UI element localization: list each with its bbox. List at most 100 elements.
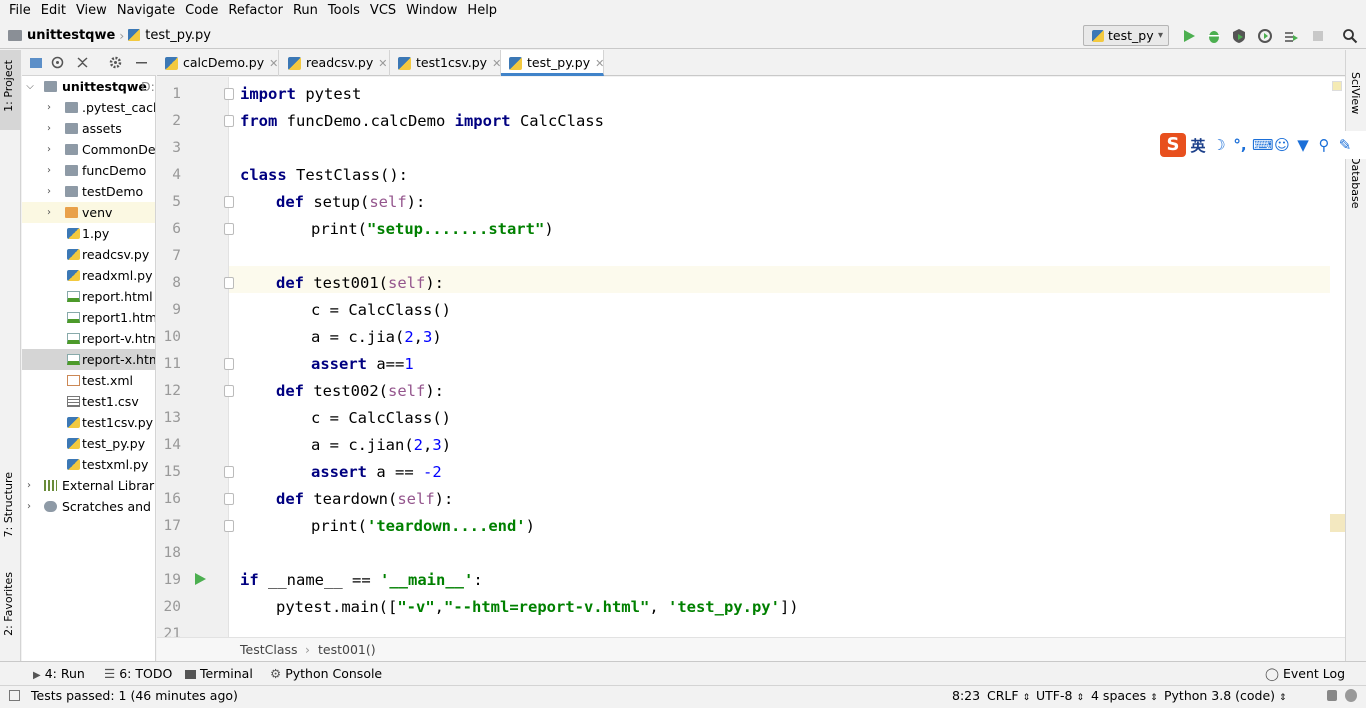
project-tool-tab[interactable]: 1: Project [2, 60, 15, 112]
close-icon[interactable]: ✕ [378, 57, 387, 70]
fold-marker[interactable] [224, 358, 234, 370]
line-number: 20 [163, 599, 181, 615]
ime-toolbar[interactable]: S 英 ☽ °, ⌨ ☺ ▼ ⚲ ✎ [1158, 131, 1366, 159]
run-gutter-icon[interactable] [193, 572, 207, 586]
collapse-all-icon[interactable] [75, 55, 90, 70]
status-message[interactable]: Tests passed: 1 (46 minutes ago) [31, 686, 238, 705]
tree-item[interactable]: 1.py [22, 223, 155, 244]
tree-item[interactable]: › External Libraries [22, 475, 155, 496]
menu-window[interactable]: Window [401, 0, 462, 22]
fold-marker[interactable] [224, 88, 234, 100]
tree-root[interactable]: ⌵ unittestqwe D:\ [22, 76, 155, 97]
line-number: 13 [163, 410, 181, 426]
breadcrumb-function[interactable]: test001() [318, 638, 376, 661]
shirt-icon[interactable]: ▼ [1294, 136, 1312, 154]
tree-item[interactable]: › CommonDemo [22, 139, 155, 160]
tree-item[interactable]: test1csv.py [22, 412, 155, 433]
database-tool-tab[interactable]: Database [1349, 156, 1362, 209]
tree-item[interactable]: testxml.py [22, 454, 155, 475]
chevron-down-icon: ⌵ [26, 81, 34, 92]
inspection-indicator[interactable] [1332, 81, 1342, 91]
chevron-right-icon: › [47, 144, 51, 155]
search-icon[interactable]: ⚲ [1315, 136, 1333, 154]
fold-marker[interactable] [224, 223, 234, 235]
menu-refactor[interactable]: Refactor [223, 0, 288, 22]
gear-icon[interactable] [108, 55, 123, 70]
nav-file[interactable]: test_py.py [128, 28, 211, 43]
tree-item[interactable]: › .pytest_cache [22, 97, 155, 118]
close-icon[interactable]: ✕ [595, 57, 604, 70]
fold-marker[interactable] [224, 115, 234, 127]
tree-item-selected[interactable]: report-x.html [22, 349, 155, 370]
concurrency-icon[interactable] [1283, 28, 1299, 44]
close-icon[interactable]: ✕ [492, 57, 501, 70]
fold-marker[interactable] [224, 385, 234, 397]
search-icon[interactable] [1342, 28, 1358, 44]
structure-tool-tab[interactable]: 7: Structure [2, 472, 15, 537]
hide-panel-icon[interactable] [134, 55, 149, 70]
fold-marker[interactable] [224, 466, 234, 478]
html-file-icon [67, 291, 80, 302]
favorites-tool-tab[interactable]: 2: Favorites [2, 572, 15, 636]
user-icon[interactable]: ☺ [1273, 136, 1291, 154]
menu-navigate[interactable]: Navigate [112, 0, 180, 22]
code-editor[interactable]: 1 2 3 4 5 6 7 8 9 10 11 12 13 14 15 16 1… [157, 77, 1345, 637]
locate-icon[interactable] [50, 55, 65, 70]
menu-file[interactable]: File [4, 0, 36, 22]
menu-vcs[interactable]: VCS [365, 0, 401, 22]
tree-item[interactable]: › venv [22, 202, 155, 223]
keyboard-icon[interactable]: ⌨ [1252, 136, 1274, 154]
tree-item[interactable]: test1.csv [22, 391, 155, 412]
moon-icon[interactable]: ☽ [1210, 136, 1228, 154]
menu-help[interactable]: Help [462, 0, 502, 22]
run-icon[interactable] [1181, 28, 1197, 44]
line-number: 4 [172, 167, 181, 183]
tree-item[interactable]: › funcDemo [22, 160, 155, 181]
sciview-tool-tab[interactable]: SciView [1349, 72, 1362, 114]
lock-icon[interactable] [1327, 690, 1337, 701]
run-with-coverage-icon[interactable] [1231, 28, 1247, 44]
tab-calcdemo[interactable]: calcDemo.py ✕ [157, 50, 279, 76]
menu-run[interactable]: Run [288, 0, 323, 22]
tree-item[interactable]: › testDemo [22, 181, 155, 202]
editor-scrollbar[interactable] [1330, 77, 1345, 637]
fold-marker[interactable] [224, 277, 234, 289]
event-log-tool-tab[interactable]: ◯ Event Log [1265, 662, 1345, 686]
breadcrumb-class[interactable]: TestClass [240, 638, 298, 661]
profile-icon[interactable] [1257, 28, 1273, 44]
menu-edit[interactable]: Edit [36, 0, 71, 22]
tree-item[interactable]: test_py.py [22, 433, 155, 454]
close-icon[interactable]: ✕ [269, 57, 278, 70]
tab-test-py[interactable]: test_py.py ✕ [501, 50, 604, 76]
tree-item[interactable]: › Scratches and Consoles [22, 496, 155, 517]
fold-marker[interactable] [224, 520, 234, 532]
tree-item[interactable]: › assets [22, 118, 155, 139]
stop-icon[interactable] [1310, 28, 1326, 44]
tree-item[interactable]: report1.html [22, 307, 155, 328]
tree-item[interactable]: report.html [22, 286, 155, 307]
menu-tools[interactable]: Tools [323, 0, 365, 22]
punctuation-icon[interactable]: °, [1231, 136, 1249, 154]
status-toggle-icon[interactable] [9, 690, 20, 701]
nav-project[interactable]: unittestqwe [8, 28, 115, 43]
wrench-icon[interactable]: ✎ [1336, 136, 1354, 154]
menu-view[interactable]: View [71, 0, 112, 22]
python-console-tool-tab[interactable]: ⚙ Python Console [270, 662, 382, 686]
tree-item[interactable]: report-v.html [22, 328, 155, 349]
inspector-icon[interactable] [1345, 689, 1357, 702]
ime-language-toggle[interactable]: 英 [1189, 135, 1207, 156]
debug-icon[interactable] [1206, 28, 1222, 44]
todo-tool-tab[interactable]: ☰ 6: TODO [104, 662, 172, 686]
tree-item[interactable]: readxml.py [22, 265, 155, 286]
tab-test1csv[interactable]: test1csv.py ✕ [390, 50, 501, 76]
fold-marker[interactable] [224, 196, 234, 208]
fold-marker[interactable] [224, 493, 234, 505]
tab-readcsv[interactable]: readcsv.py ✕ [280, 50, 390, 76]
caret-position[interactable]: 8:23 [952, 686, 980, 705]
tree-item[interactable]: readcsv.py [22, 244, 155, 265]
terminal-tool-tab[interactable]: Terminal [185, 662, 253, 686]
tree-item[interactable]: test.xml [22, 370, 155, 391]
menu-code[interactable]: Code [180, 0, 223, 22]
project-view-icon[interactable] [29, 56, 43, 70]
run-configuration-select[interactable]: test_py ▾ [1083, 25, 1169, 46]
